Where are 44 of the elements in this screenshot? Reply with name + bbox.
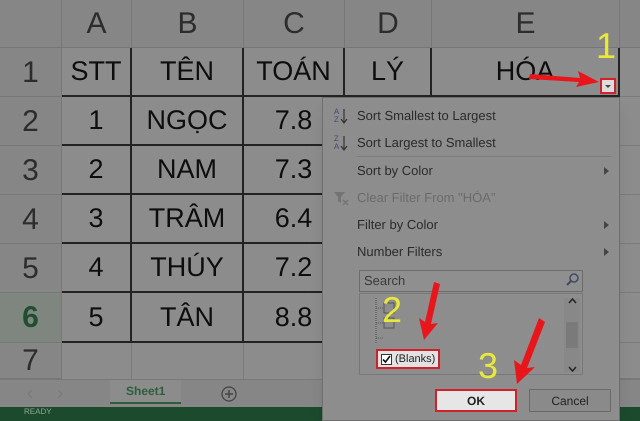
step-number: 2	[382, 292, 402, 328]
table-cell: TRÂM	[132, 195, 244, 244]
add-sheet-icon[interactable]	[221, 386, 238, 402]
clear-filter-icon	[333, 190, 349, 206]
table-cell: LÝ	[345, 48, 432, 97]
table-cell: 4	[62, 244, 132, 293]
table-cell: TOÁN	[244, 48, 345, 97]
sheet-tab[interactable]: Sheet1	[110, 380, 182, 404]
table-cell: TÊN	[132, 48, 244, 97]
column-header[interactable]: B	[132, 0, 244, 48]
table-cell: 5	[62, 293, 132, 343]
table-cell: NGỌC	[132, 97, 244, 146]
dropdown-button[interactable]	[600, 78, 616, 94]
dialog-button[interactable]: OK	[435, 389, 517, 412]
table-cell: TÂN	[132, 293, 244, 343]
scroll-up-icon[interactable]	[568, 298, 576, 304]
row-header[interactable]: 3	[0, 146, 62, 195]
submenu-arrow-icon	[604, 220, 609, 228]
table-cell: 2	[62, 146, 132, 195]
scrollbar[interactable]	[564, 298, 580, 372]
column-header[interactable]: A	[62, 0, 132, 48]
table-cell: STT	[62, 48, 132, 97]
column-header[interactable]: D	[345, 0, 432, 48]
row-header[interactable]: 7	[0, 343, 62, 379]
checkbox-item[interactable]: (Blanks)	[376, 349, 440, 369]
table-cell: THÚY	[132, 244, 244, 293]
checkbox[interactable]	[381, 354, 392, 364]
table-cell: 3	[62, 195, 132, 244]
search-icon	[566, 273, 579, 286]
search-field[interactable]: Search	[359, 270, 583, 292]
column-header[interactable]: C	[244, 0, 345, 48]
row-header[interactable]: 1	[0, 48, 62, 97]
row-header[interactable]: 5	[0, 244, 62, 293]
submenu-arrow-icon	[604, 248, 609, 256]
scroll-down-icon[interactable]	[568, 366, 576, 372]
dialog-button[interactable]: Cancel	[529, 389, 611, 412]
row-header[interactable]: 2	[0, 97, 62, 146]
submenu-arrow-icon	[604, 166, 609, 174]
table-cell: 1	[62, 97, 132, 146]
row-header[interactable]: 4	[0, 195, 62, 244]
status-text: READY	[24, 407, 52, 417]
row-header[interactable]: 6	[0, 293, 62, 343]
step-number: 3	[478, 348, 498, 384]
table-cell: NAM	[132, 146, 244, 195]
